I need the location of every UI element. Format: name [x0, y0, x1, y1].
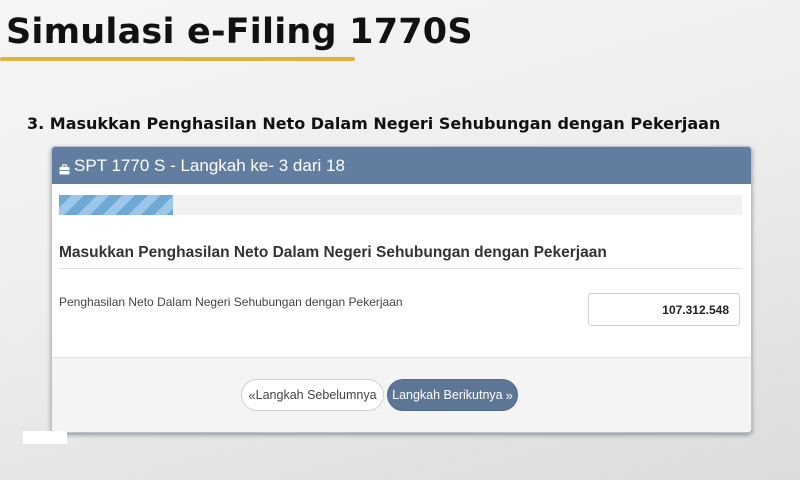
previous-step-button[interactable]: « Langkah Sebelumnya: [241, 379, 384, 411]
progress-fill: [59, 195, 173, 215]
previous-step-label: Langkah Sebelumnya: [255, 388, 377, 402]
double-chevron-left-icon: «: [248, 387, 256, 403]
section-title: Masukkan Penghasilan Neto Dalam Negeri S…: [59, 244, 607, 261]
briefcase-icon: [59, 160, 70, 175]
wizard-header-title: SPT 1770 S - Langkah ke- 3 dari 18: [74, 155, 345, 175]
step-heading: 3. Masukkan Penghasilan Neto Dalam Neger…: [27, 114, 721, 133]
neto-income-input[interactable]: [588, 293, 740, 326]
spt-wizard-window: SPT 1770 S - Langkah ke- 3 dari 18 Masuk…: [51, 146, 752, 433]
section-divider: [59, 268, 742, 269]
corner-patch: [23, 431, 67, 444]
progress-bar: [59, 195, 742, 215]
wizard-header: SPT 1770 S - Langkah ke- 3 dari 18: [52, 147, 751, 184]
title-underline: [0, 57, 355, 61]
neto-income-label: Penghasilan Neto Dalam Negeri Sehubungan…: [59, 295, 403, 309]
wizard-footer: « Langkah Sebelumnya Langkah Berikutnya …: [52, 357, 751, 432]
double-chevron-right-icon: »: [505, 387, 513, 403]
next-step-button[interactable]: Langkah Berikutnya »: [387, 379, 518, 411]
slide-title: Simulasi e-Filing 1770S: [6, 12, 473, 52]
next-step-label: Langkah Berikutnya: [392, 388, 503, 402]
